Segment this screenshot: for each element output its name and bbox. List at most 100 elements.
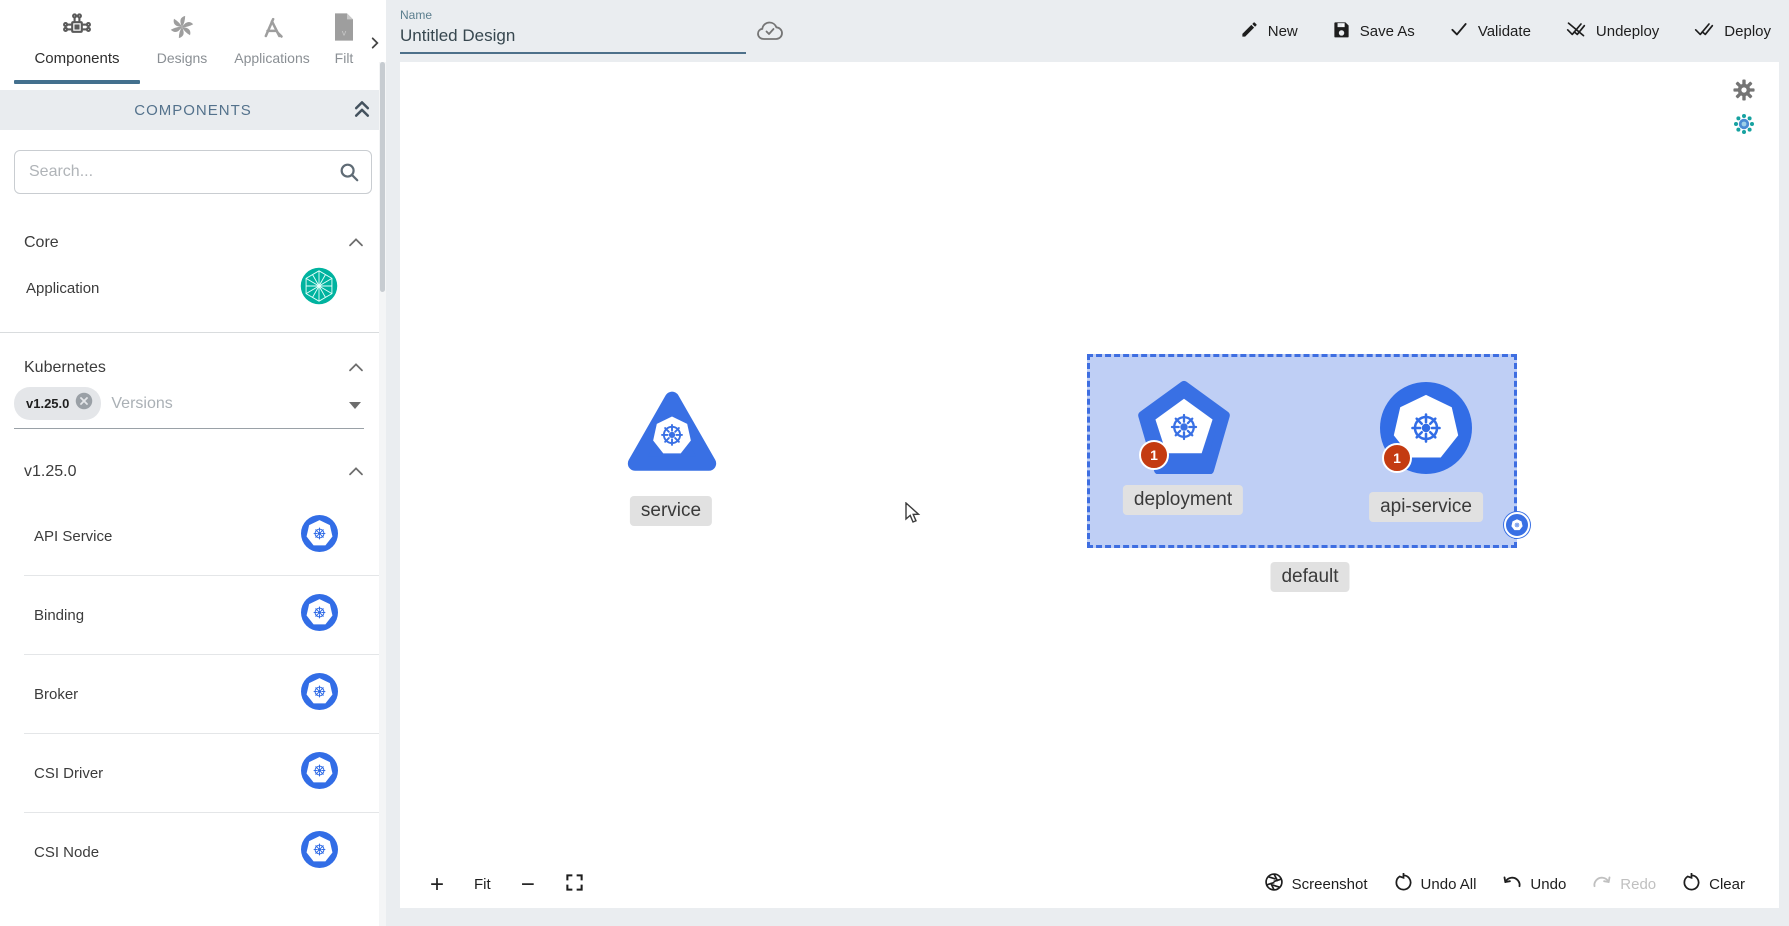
topbar: Name New bbox=[386, 0, 1789, 62]
redo-button[interactable]: Redo bbox=[1592, 873, 1656, 895]
kubernetes-icon[interactable] bbox=[301, 594, 338, 636]
list-item-api-service[interactable]: API Service bbox=[0, 497, 386, 575]
group-default-label[interactable]: default bbox=[1270, 562, 1349, 592]
save-as-button-label: Save As bbox=[1360, 23, 1415, 40]
zoom-out-glyph: − bbox=[521, 875, 535, 895]
search-input[interactable] bbox=[14, 150, 372, 194]
list-item-binding[interactable]: Binding bbox=[0, 576, 386, 654]
kubernetes-icon[interactable] bbox=[301, 673, 338, 715]
section-header-version[interactable]: v1.25.0 bbox=[0, 463, 386, 481]
kubernetes-icon[interactable] bbox=[301, 831, 338, 873]
tab-components-label: Components bbox=[34, 50, 119, 67]
fit-label: Fit bbox=[474, 876, 491, 893]
undeploy-button[interactable]: Undeploy bbox=[1565, 19, 1659, 43]
validate-button[interactable]: Validate bbox=[1449, 19, 1531, 43]
screenshot-label: Screenshot bbox=[1292, 876, 1368, 893]
shutter-icon bbox=[1264, 872, 1284, 896]
section-header-core[interactable]: Core bbox=[0, 234, 386, 252]
node-service-icon[interactable] bbox=[624, 388, 720, 485]
new-button-label: New bbox=[1268, 23, 1298, 40]
group-kubernetes-badge-icon[interactable] bbox=[1504, 512, 1530, 538]
design-name-field: Name bbox=[400, 8, 746, 54]
search-icon[interactable] bbox=[338, 161, 360, 188]
application-item-label: Application bbox=[26, 280, 99, 297]
node-api-service-label[interactable]: api-service bbox=[1369, 492, 1483, 522]
meshery-application-icon[interactable] bbox=[300, 267, 338, 310]
main-area: Name New bbox=[386, 0, 1789, 926]
save-icon bbox=[1332, 20, 1351, 43]
double-chevron-up-icon[interactable] bbox=[352, 98, 372, 125]
sidebar-scrollbar-thumb[interactable] bbox=[380, 62, 385, 292]
list-item-csi-driver[interactable]: CSI Driver bbox=[0, 734, 386, 812]
versions-select[interactable]: v1.25.0 Versions bbox=[14, 387, 364, 429]
list-item-label: CSI Node bbox=[34, 844, 99, 861]
section-header-kubernetes[interactable]: Kubernetes bbox=[0, 359, 386, 377]
filters-icon: v bbox=[332, 10, 356, 44]
list-item-label: Binding bbox=[34, 607, 84, 624]
history-controls: Screenshot Undo All bbox=[1264, 872, 1745, 896]
undo-all-icon bbox=[1394, 873, 1413, 896]
tab-applications[interactable]: Applications bbox=[222, 0, 322, 90]
undo-button[interactable]: Undo bbox=[1502, 873, 1566, 895]
sidebar: Components Designs bbox=[0, 0, 386, 926]
caret-down-icon[interactable] bbox=[348, 397, 362, 415]
x-circle-icon[interactable] bbox=[75, 392, 93, 415]
tabs-scroll-right-icon[interactable] bbox=[368, 36, 382, 55]
sidebar-scrollbar[interactable] bbox=[379, 62, 386, 926]
tab-filters[interactable]: v Filt bbox=[322, 0, 366, 90]
undo-icon bbox=[1502, 873, 1522, 895]
gear-icon[interactable] bbox=[1732, 78, 1756, 107]
app-root: Components Designs bbox=[0, 0, 1789, 926]
tab-designs[interactable]: Designs bbox=[142, 0, 222, 90]
zoom-controls: + Fit − bbox=[430, 873, 584, 896]
component-list: API Service Binding Broker CSI Driver CS… bbox=[0, 497, 386, 891]
chevron-up-icon[interactable] bbox=[348, 234, 364, 252]
fit-button[interactable]: Fit bbox=[474, 876, 491, 893]
design-name-input[interactable] bbox=[400, 24, 746, 54]
sidebar-item-application[interactable]: Application bbox=[0, 252, 386, 324]
section-version-title: v1.25.0 bbox=[24, 463, 76, 481]
undo-all-button[interactable]: Undo All bbox=[1394, 873, 1477, 896]
tab-filters-label: Filt bbox=[335, 50, 354, 66]
fullscreen-button[interactable] bbox=[565, 873, 584, 896]
topbar-actions: New Save As Validate bbox=[1240, 19, 1771, 43]
svg-text:v: v bbox=[342, 27, 347, 37]
zoom-in-button[interactable]: + bbox=[430, 875, 444, 895]
deployment-badge: 1 bbox=[1139, 440, 1169, 470]
sidebar-divider bbox=[0, 332, 386, 333]
panel-title: COMPONENTS bbox=[134, 102, 252, 119]
redo-label: Redo bbox=[1620, 876, 1656, 893]
kubernetes-context-icon[interactable] bbox=[1734, 114, 1754, 139]
components-icon bbox=[62, 10, 92, 44]
undo-label: Undo bbox=[1530, 876, 1566, 893]
version-chip-label: v1.25.0 bbox=[26, 396, 69, 411]
list-item-label: Broker bbox=[34, 686, 78, 703]
node-service-label[interactable]: service bbox=[630, 496, 712, 526]
undeploy-button-label: Undeploy bbox=[1596, 23, 1659, 40]
chevron-up-icon[interactable] bbox=[348, 463, 364, 481]
pencil-icon bbox=[1240, 20, 1259, 43]
save-as-button[interactable]: Save As bbox=[1332, 20, 1415, 43]
fullscreen-icon bbox=[565, 873, 584, 896]
new-button[interactable]: New bbox=[1240, 20, 1298, 43]
cloud-saved-icon bbox=[756, 20, 784, 47]
chevron-up-icon[interactable] bbox=[348, 359, 364, 377]
tab-designs-label: Designs bbox=[157, 50, 208, 66]
screenshot-button[interactable]: Screenshot bbox=[1264, 872, 1368, 896]
tab-components[interactable]: Components bbox=[12, 0, 142, 90]
list-item-csi-node[interactable]: CSI Node bbox=[0, 813, 386, 891]
section-core-title: Core bbox=[24, 234, 59, 252]
undeploy-icon bbox=[1565, 19, 1587, 43]
list-item-broker[interactable]: Broker bbox=[0, 655, 386, 733]
version-chip[interactable]: v1.25.0 bbox=[14, 387, 101, 420]
kubernetes-icon[interactable] bbox=[301, 752, 338, 794]
node-deployment-label[interactable]: deployment bbox=[1123, 485, 1243, 515]
design-canvas[interactable]: service 1 deployment 1 bbox=[400, 62, 1779, 908]
clear-button[interactable]: Clear bbox=[1682, 873, 1745, 896]
kubernetes-icon[interactable] bbox=[301, 515, 338, 557]
zoom-out-button[interactable]: − bbox=[521, 875, 535, 895]
search-row bbox=[14, 150, 372, 194]
designs-icon bbox=[168, 10, 196, 44]
clear-label: Clear bbox=[1709, 876, 1745, 893]
deploy-button[interactable]: Deploy bbox=[1693, 19, 1771, 43]
